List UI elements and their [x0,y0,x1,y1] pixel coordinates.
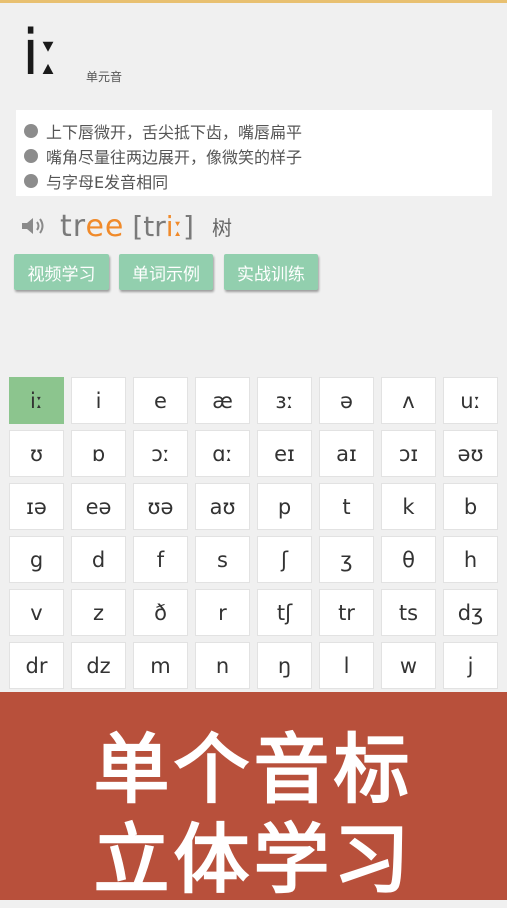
phonetic-key[interactable]: ɔɪ [381,430,436,477]
phonetic-key[interactable]: ʊ [9,430,64,477]
phonetic-key[interactable]: aʊ [195,483,250,530]
description-line: 嘴角尽量往两边展开，像微笑的样子 [24,143,492,168]
practice-training-button[interactable]: 实战训练 [224,254,318,290]
phonetic-key[interactable]: ʌ [381,377,436,424]
phonetic-key[interactable]: uː [443,377,498,424]
phonetic-key[interactable]: ɒ [71,430,126,477]
phonetic-key[interactable]: dʒ [443,589,498,636]
phonetic-key[interactable]: g [9,536,64,583]
top-accent-line [0,0,507,3]
phonetic-key[interactable]: w [381,642,436,689]
phonetic-key[interactable]: ɔː [133,430,188,477]
phonetic-key[interactable]: ɪə [9,483,64,530]
example-phonetic: [triː] [132,209,194,243]
phonetic-key[interactable]: z [71,589,126,636]
phonetic-key[interactable]: dz [71,642,126,689]
description-text: 嘴角尽量往两边展开，像微笑的样子 [46,147,303,167]
phonetic-key[interactable]: tr [319,589,374,636]
phonetic-key[interactable]: ɜː [257,377,312,424]
phonetic-key[interactable]: t [319,483,374,530]
example-word-row: tree [triː] 树 [20,204,232,248]
video-learning-button[interactable]: 视频学习 [14,254,109,290]
bullet-icon [24,173,38,188]
bullet-icon [24,148,38,163]
phonetic-key[interactable]: s [195,536,250,583]
phonetic-key[interactable]: v [9,589,64,636]
phonetic-key[interactable]: iː [9,377,64,424]
phonetic-key[interactable]: r [195,589,250,636]
example-meaning: 树 [211,215,232,240]
phonetic-key[interactable]: dr [9,642,64,689]
description-text: 上下唇微开，舌尖抵下齿，嘴唇扁平 [46,122,303,142]
phonetic-key[interactable]: j [443,642,498,689]
banner-title-line-2: 立体学习 [93,815,414,904]
phonetic-key[interactable]: b [443,483,498,530]
phonetic-key[interactable]: θ [381,536,436,583]
description-line: 上下唇微开，舌尖抵下齿，嘴唇扁平 [24,118,492,143]
phonetic-key[interactable]: k [381,483,436,530]
phonetic-key[interactable]: i [71,377,126,424]
phonetic-key[interactable]: m [133,642,188,689]
phonetic-key[interactable]: p [257,483,312,530]
phonetic-type-label: 单元音 [86,70,123,84]
phonetic-key[interactable]: ð [133,589,188,636]
phonetic-key[interactable]: ts [381,589,436,636]
phonetic-key[interactable]: əʊ [443,430,498,477]
phonetic-key[interactable]: ŋ [257,642,312,689]
phonetic-key[interactable]: tʃ [257,589,312,636]
phonetic-symbol-grid: iː i e æ ɜː ə ʌ uː ʊ ɒ ɔː ɑː eɪ aɪ ɔɪ əʊ ɪə eə ʊə aʊ p t k b g d f… [9,377,498,689]
phonetic-key[interactable]: eə [71,483,126,530]
pronunciation-description: 上下唇微开，舌尖抵下齿，嘴唇扁平 嘴角尽量往两边展开，像微笑的样子 与字母E发音… [16,110,492,196]
phonetic-key[interactable]: eɪ [257,430,312,477]
phonetic-key[interactable]: l [319,642,374,689]
phonetic-key[interactable]: ɑː [195,430,250,477]
promo-banner: 单个音标 立体学习 [0,692,507,904]
phonetic-key[interactable]: e [133,377,188,424]
phonetic-key[interactable]: d [71,536,126,583]
description-line: 与字母E发音相同 [24,168,492,193]
phonetic-key[interactable]: n [195,642,250,689]
phonetic-key[interactable]: ə [319,377,374,424]
phonetic-key[interactable]: aɪ [319,430,374,477]
phonetic-key[interactable]: h [443,536,498,583]
example-word: tree [60,208,125,244]
speaker-icon[interactable] [20,215,48,237]
phonetic-key[interactable]: ʒ [319,536,374,583]
phonetic-key[interactable]: æ [195,377,250,424]
phonetic-key[interactable]: f [133,536,188,583]
description-text: 与字母E发音相同 [46,172,169,192]
phonetic-key[interactable]: ʃ [257,536,312,583]
current-phonetic-symbol: iː [22,16,61,89]
word-examples-button[interactable]: 单词示例 [119,254,213,290]
phonetic-key[interactable]: ʊə [133,483,188,530]
bullet-icon [24,123,38,138]
